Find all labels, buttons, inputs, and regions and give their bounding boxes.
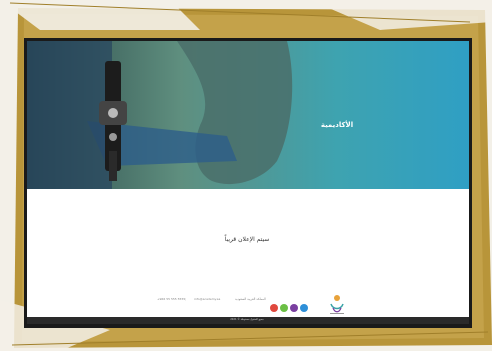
- monitor-screen: الأكاديمية سيتم الإعلان قريباً +966 55 5…: [24, 38, 472, 328]
- footer-email[interactable]: info@academy.sa: [194, 297, 220, 301]
- copyright-bar: جميع الحقوق محفوظة © 2021: [27, 317, 469, 324]
- snapchat-icon[interactable]: [290, 304, 298, 312]
- hero-title: الأكاديمية: [320, 121, 354, 129]
- copyright-text: جميع الحقوق محفوظة © 2021: [230, 318, 264, 321]
- youtube-icon[interactable]: [300, 304, 308, 312]
- academy-logo[interactable]: [327, 292, 347, 316]
- footer-separator: |: [185, 297, 187, 301]
- footer-phone[interactable]: +966 55 555 5555: [157, 297, 185, 301]
- footer-address: المملكة العربية السعودية: [235, 297, 266, 301]
- instagram-icon[interactable]: [270, 304, 278, 312]
- social-links: [270, 304, 308, 312]
- twitter-icon[interactable]: [280, 304, 288, 312]
- hero-banner: الأكاديمية: [27, 41, 469, 189]
- web-page: الأكاديمية سيتم الإعلان قريباً +966 55 5…: [27, 41, 469, 324]
- coming-soon-text: سيتم الإعلان قريباً: [224, 236, 270, 243]
- hero-image: [27, 41, 469, 189]
